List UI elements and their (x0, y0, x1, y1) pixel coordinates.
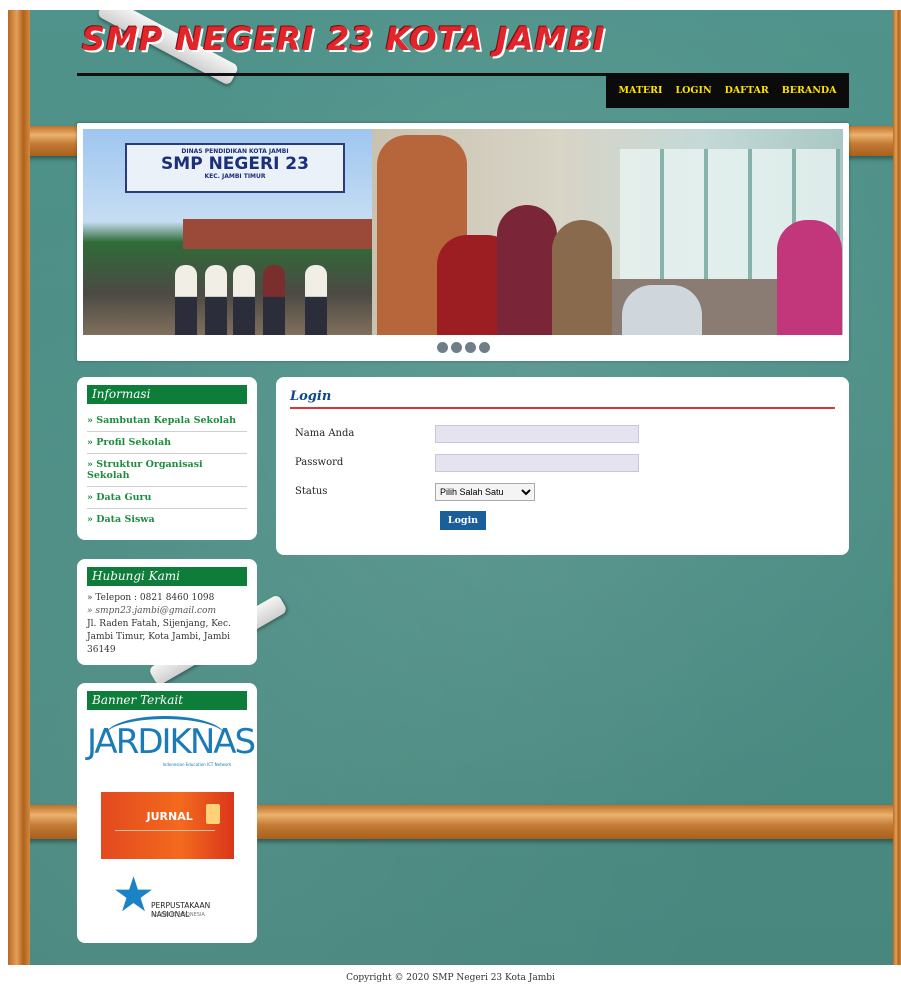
wood-frame-right (893, 10, 901, 965)
info-link-profil[interactable]: » Profil Sekolah (87, 432, 247, 454)
student-figure (233, 265, 255, 335)
info-link-struktur[interactable]: » Struktur Organisasi Sekolah (87, 454, 247, 487)
name-label: Nama Anda (295, 428, 355, 439)
jardiknas-subtitle: Indonesian Education ICT Network (162, 762, 232, 767)
group-photo (372, 129, 843, 335)
jurnal-logo-text: JURNAL (146, 810, 193, 823)
laptop (622, 285, 702, 335)
student-figure (205, 265, 227, 335)
name-row: Nama Anda (290, 419, 835, 448)
banner-title: Banner Terkait (87, 691, 247, 710)
footer-copyright: Copyright © 2020 SMP Negeri 23 Kota Jamb… (346, 973, 555, 983)
name-input[interactable] (435, 424, 639, 443)
contact-email[interactable]: » smpn23.jambi@gmail.com (87, 605, 247, 618)
contact-phone: » Telepon : 0821 8460 1098 (87, 593, 215, 603)
info-box: Informasi » Sambutan Kepala Sekolah » Pr… (77, 377, 257, 540)
perpusnas-banner[interactable]: ★ PERPUSTAKAAN NASIONAL REPUBLIK INDONES… (87, 869, 247, 935)
main-nav: MATERI LOGIN DAFTAR BERANDA (606, 73, 849, 108)
login-button[interactable]: Login (440, 511, 486, 530)
student-figure (175, 265, 197, 335)
status-row: Status Pilih Salah Satu (290, 477, 835, 506)
password-row: Password (290, 448, 835, 477)
school-sign: DINAS PENDIDIKAN KOTA JAMBI SMP NEGERI 2… (125, 143, 345, 193)
jurnal-divider (114, 830, 215, 831)
status-label: Status (295, 486, 328, 497)
jardiknas-arc (105, 716, 225, 756)
contact-address: Jl. Raden Fatah, Sijenjang, Kec. Jambi T… (87, 619, 231, 655)
info-list: » Sambutan Kepala Sekolah » Profil Sekol… (87, 410, 247, 530)
info-title: Informasi (87, 385, 247, 404)
contact-box: Hubungi Kami » Telepon : 0821 8460 1098 … (77, 559, 257, 665)
contact-title: Hubungi Kami (87, 567, 247, 586)
image-slider: DINAS PENDIDIKAN KOTA JAMBI SMP NEGERI 2… (77, 123, 849, 361)
login-title: Login (290, 389, 835, 409)
sign-line-2: SMP NEGERI 23 (161, 154, 309, 174)
info-link-sambutan[interactable]: » Sambutan Kepala Sekolah (87, 410, 247, 432)
sign-line-3: KEC. JAMBI TIMUR (204, 173, 266, 180)
nav-beranda[interactable]: BERANDA (782, 85, 837, 96)
perpusnas-star-icon: ★ (112, 867, 156, 923)
slider-dots (77, 342, 849, 353)
building-roof (183, 219, 373, 249)
wood-frame-left (8, 10, 30, 965)
site-title: SMP NEGERI 23 KOTA JAMBI (82, 20, 606, 58)
jurnal-banner[interactable]: JURNAL (100, 792, 234, 859)
person-figure (777, 220, 842, 335)
login-panel: Login Nama Anda Password Status Pilih Sa… (276, 377, 849, 555)
slider-dot[interactable] (450, 342, 462, 353)
slider-dot[interactable] (464, 342, 476, 353)
student-figure (305, 265, 327, 335)
document-icon (205, 804, 220, 824)
person-figure (497, 205, 557, 335)
info-link-guru[interactable]: » Data Guru (87, 487, 247, 509)
slider-dot[interactable] (436, 342, 448, 353)
status-select[interactable]: Pilih Salah Satu (435, 482, 535, 501)
person-figure (552, 220, 612, 335)
school-photo: DINAS PENDIDIKAN KOTA JAMBI SMP NEGERI 2… (83, 129, 373, 335)
password-label: Password (295, 457, 344, 468)
password-input[interactable] (435, 453, 639, 472)
jardiknas-banner[interactable]: JARDIKNAS Indonesian Education ICT Netwo… (87, 716, 256, 784)
nav-login[interactable]: LOGIN (675, 85, 711, 96)
slider-dot[interactable] (478, 342, 490, 353)
perpusnas-subtitle: REPUBLIK INDONESIA (151, 912, 205, 918)
banner-box: Banner Terkait JARDIKNAS Indonesian Educ… (77, 683, 257, 943)
info-link-siswa[interactable]: » Data Siswa (87, 509, 247, 530)
nav-daftar[interactable]: DAFTAR (725, 85, 769, 96)
student-figure (263, 265, 285, 335)
nav-materi[interactable]: MATERI (618, 85, 662, 96)
slide-image: DINAS PENDIDIKAN KOTA JAMBI SMP NEGERI 2… (83, 129, 843, 335)
